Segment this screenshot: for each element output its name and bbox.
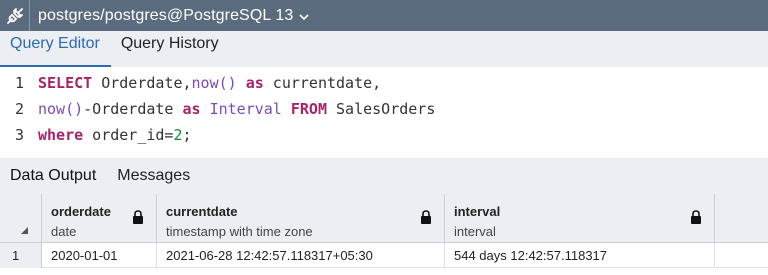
code-token: order_id= (83, 126, 174, 144)
tab-data-output[interactable]: Data Output (0, 167, 107, 185)
code-line[interactable]: 1 SELECT Orderdate, now() as currentdate, (0, 71, 381, 95)
keyword-token: as (182, 100, 201, 118)
column-header-empty (715, 194, 768, 243)
column-name: currentdate (166, 204, 238, 219)
function-token: Interval (209, 100, 282, 118)
connection-bar: postgres/postgres@PostgreSQL 13 (0, 0, 768, 31)
code-line[interactable]: 2 now() -Orderdate as Interval FROM Sales… (0, 97, 435, 121)
tab-query-history[interactable]: Query History (111, 31, 230, 67)
editor-tabs: Query Editor Query History (0, 31, 768, 67)
column-header-currentdate[interactable]: currentdate timestamp with time zone (157, 194, 445, 243)
code-token: Orderdate, (92, 74, 192, 92)
code-token: currentdate, (263, 74, 382, 92)
tab-messages[interactable]: Messages (107, 167, 201, 185)
column-type: date (51, 224, 77, 239)
column-name: interval (454, 204, 501, 219)
keyword-token: where (38, 126, 84, 144)
function-token: now() (38, 100, 84, 118)
line-number: 1 (14, 74, 24, 92)
row-number[interactable]: 1 (0, 243, 42, 268)
column-header-interval[interactable]: interval interval (445, 194, 715, 243)
data-grid: orderdate date currentdate timestamp wit… (0, 194, 768, 275)
column-header-orderdate[interactable]: orderdate date (42, 194, 157, 243)
lock-icon (420, 210, 432, 224)
code-line[interactable]: 3 where order_id= 2; (0, 123, 192, 147)
grid-corner[interactable] (0, 194, 42, 243)
line-number: 2 (14, 100, 24, 118)
cell-interval[interactable]: 544 days 12:42:57.118317 (445, 243, 715, 268)
column-type: interval (454, 224, 496, 239)
tab-query-editor[interactable]: Query Editor (0, 31, 111, 67)
result-tabs: Data Output Messages (0, 158, 768, 194)
column-type: timestamp with time zone (166, 224, 313, 239)
select-all-icon[interactable] (14, 227, 28, 234)
code-token: SalesOrders (327, 100, 436, 118)
code-token: -Orderdate (83, 100, 183, 118)
number-token: 2 (173, 126, 183, 144)
cell-orderdate[interactable]: 2020-01-01 (42, 243, 157, 268)
sql-editor[interactable]: 1 SELECT Orderdate, now() as currentdate,… (0, 67, 768, 157)
lock-icon (132, 210, 144, 224)
table-row[interactable]: 1 2020-01-01 2021-06-28 12:42:57.118317+… (0, 243, 768, 268)
column-name: orderdate (51, 204, 111, 219)
chevron-down-icon[interactable] (299, 10, 309, 24)
cell-currentdate[interactable]: 2021-06-28 12:42:57.118317+05:30 (157, 243, 445, 268)
connection-title[interactable]: postgres/postgres@PostgreSQL 13 (30, 7, 293, 25)
lock-icon (690, 210, 702, 224)
keyword-token: FROM (290, 100, 327, 118)
plug-disconnect-icon[interactable] (0, 0, 30, 31)
function-token: now() (191, 74, 237, 92)
keyword-token: as (245, 74, 264, 92)
keyword-token: SELECT (38, 74, 93, 92)
line-number: 3 (14, 126, 24, 144)
code-token: ; (182, 126, 192, 144)
